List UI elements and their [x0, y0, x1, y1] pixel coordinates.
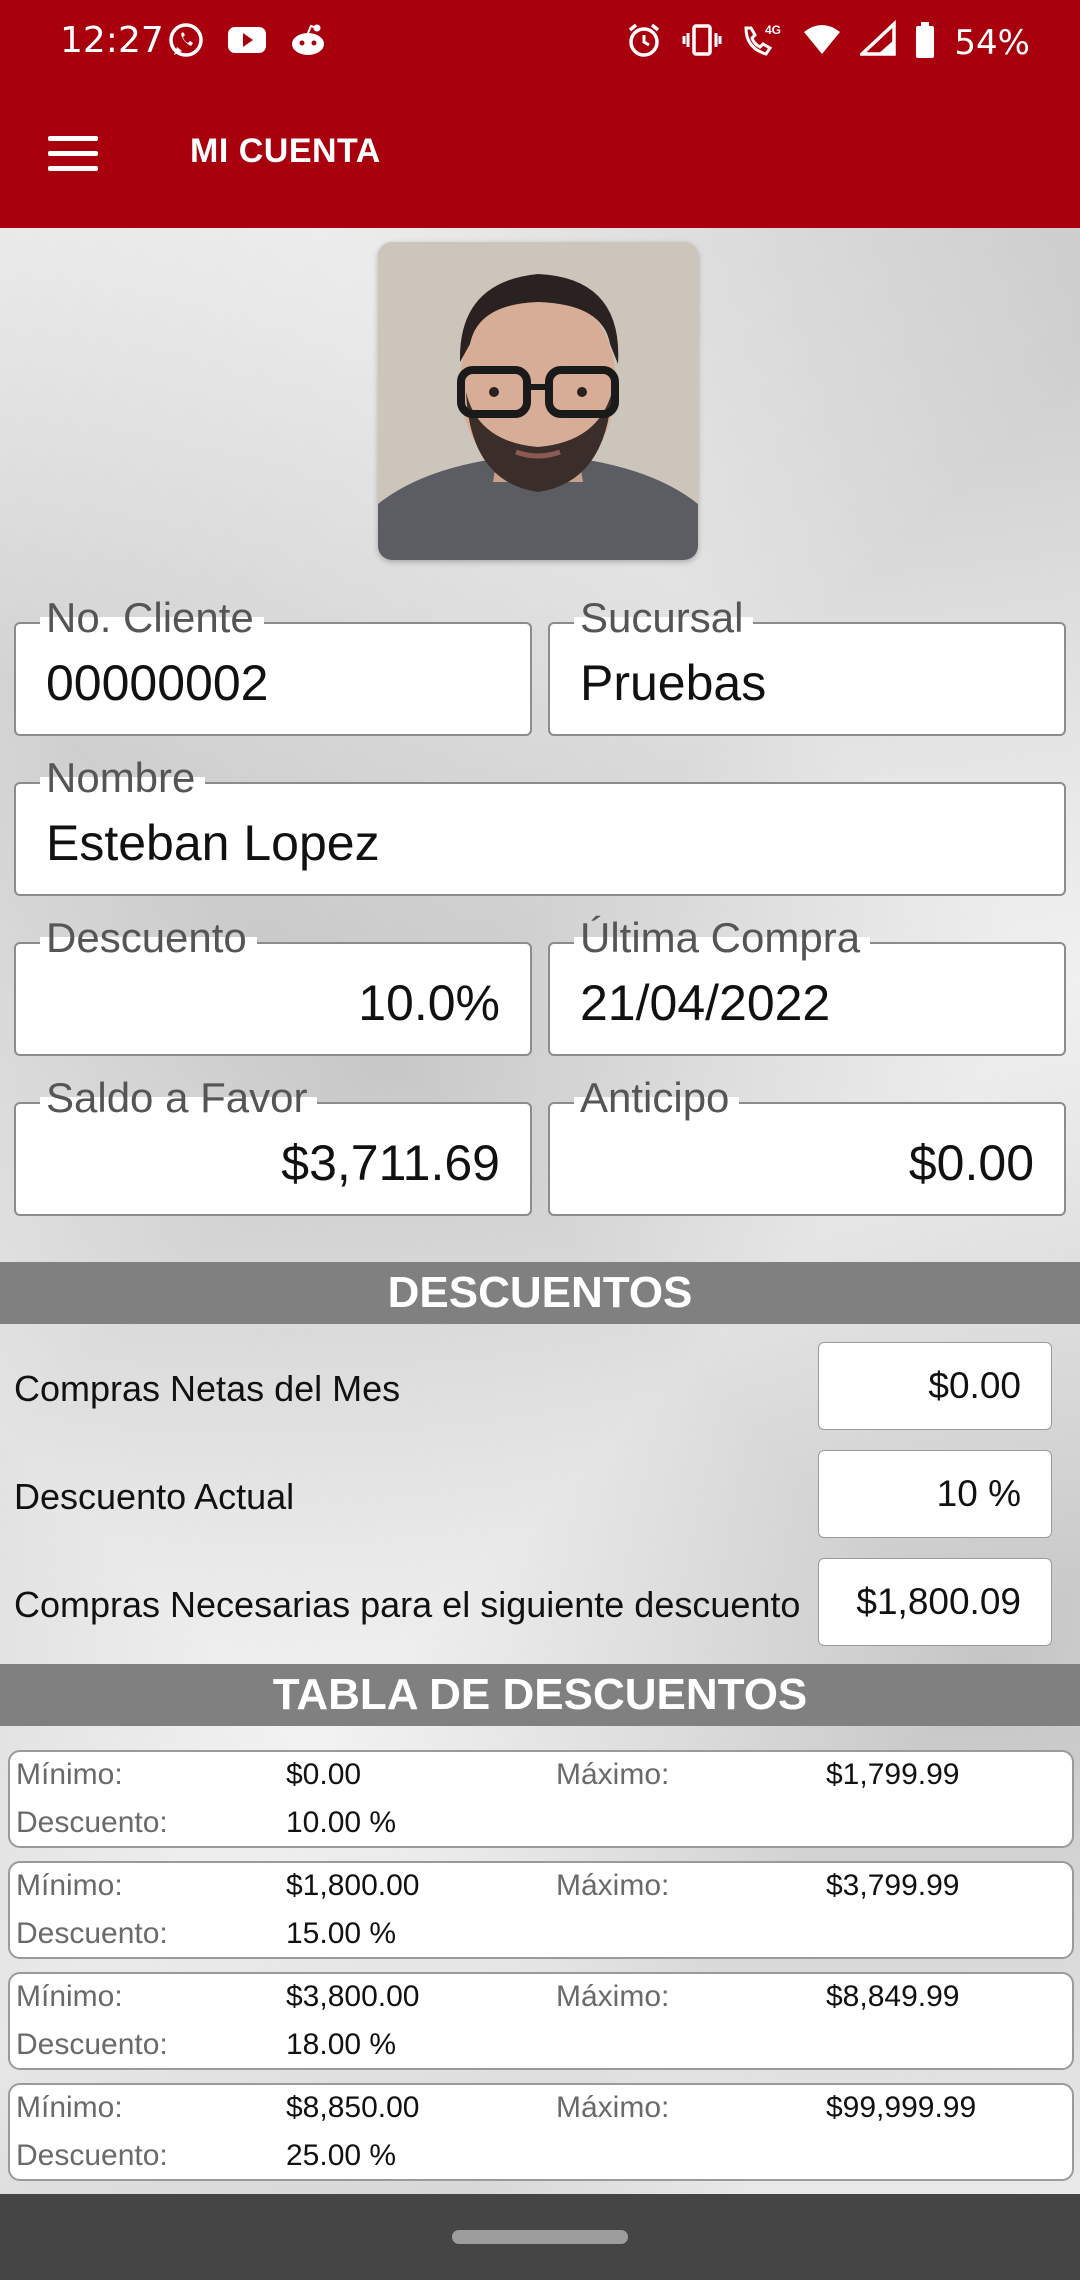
- last-purchase-value: 21/04/2022: [580, 975, 831, 1031]
- battery-icon: [914, 20, 936, 65]
- tier-discount-value: 15.00 %: [286, 1917, 397, 1950]
- advance-label: Anticipo: [574, 1074, 740, 1122]
- tier-max-label: Máximo:: [556, 1980, 670, 2013]
- discount-label: Descuento: [40, 914, 257, 962]
- branch-value: Pruebas: [580, 655, 767, 711]
- tier-discount-label: Descuento:: [16, 1917, 168, 1950]
- advance-field: Anticipo $0.00: [548, 1074, 1066, 1216]
- balance-label: Saldo a Favor: [40, 1074, 318, 1122]
- current-discount-value: 10 %: [818, 1450, 1052, 1538]
- avatar: [378, 242, 698, 560]
- battery-percent: 54%: [954, 22, 1030, 63]
- name-label: Nombre: [40, 754, 206, 802]
- discount-tier-row: Mínimo: $1,800.00 Máximo: $3,799.99 Desc…: [8, 1861, 1074, 1959]
- needed-purchases-label: Compras Necesarias para el siguiente des…: [14, 1584, 801, 1625]
- needed-purchases-value: $1,800.09: [818, 1558, 1052, 1646]
- vibrate-icon: [682, 20, 722, 65]
- last-purchase-label: Última Compra: [574, 914, 871, 962]
- home-gesture-handle[interactable]: [452, 2230, 628, 2244]
- hamburger-menu-icon[interactable]: [48, 136, 98, 172]
- signal-icon: [857, 19, 897, 65]
- discount-table-header: TABLA DE DESCUENTOS: [0, 1664, 1080, 1726]
- tier-discount-value: 25.00 %: [286, 2139, 397, 2172]
- status-bar: 12:27 4G 54%: [0, 0, 1080, 80]
- balance-field: Saldo a Favor $3,711.69: [14, 1074, 532, 1216]
- wifi-icon: [802, 20, 842, 65]
- discount-tier-row: Mínimo: $8,850.00 Máximo: $99,999.99 Des…: [8, 2083, 1074, 2181]
- client-number-field: No. Cliente 00000002: [14, 594, 532, 736]
- discount-tier-row: Mínimo: $0.00 Máximo: $1,799.99 Descuent…: [8, 1750, 1074, 1848]
- tier-min-value: $0.00: [286, 1758, 362, 1791]
- name-field: Nombre Esteban Lopez: [14, 754, 1066, 896]
- volte-call-icon: 4G: [740, 20, 784, 65]
- whatsapp-icon: [166, 20, 206, 65]
- tier-min-label: Mínimo:: [16, 1980, 123, 2013]
- discount-tier-row: Mínimo: $3,800.00 Máximo: $8,849.99 Desc…: [8, 1972, 1074, 2070]
- net-purchases-label: Compras Netas del Mes: [14, 1368, 401, 1409]
- alarm-icon: [624, 20, 664, 65]
- notification-icons: [166, 20, 328, 65]
- tier-min-label: Mínimo:: [16, 1758, 123, 1791]
- tier-min-label: Mínimo:: [16, 1869, 123, 1902]
- discount-value: 10.0%: [358, 975, 500, 1031]
- tier-discount-value: 18.00 %: [286, 2028, 397, 2061]
- status-time: 12:27: [60, 20, 164, 61]
- network-badge: 4G: [765, 23, 781, 37]
- tier-max-label: Máximo:: [556, 2091, 670, 2124]
- system-nav-bar: [0, 2194, 1080, 2280]
- advance-value: $0.00: [908, 1135, 1034, 1191]
- tier-discount-label: Descuento:: [16, 1806, 168, 1839]
- client-number-label: No. Cliente: [40, 594, 264, 642]
- youtube-icon: [226, 20, 268, 65]
- name-value: Esteban Lopez: [46, 815, 380, 871]
- tier-max-value: $1,799.99: [826, 1758, 960, 1791]
- branch-label: Sucursal: [574, 594, 754, 642]
- branch-field: Sucursal Pruebas: [548, 594, 1066, 736]
- last-purchase-field: Última Compra 21/04/2022: [548, 914, 1066, 1056]
- descuentos-header: DESCUENTOS: [0, 1262, 1080, 1324]
- current-discount-label: Descuento Actual: [14, 1476, 295, 1517]
- tier-max-value: $3,799.99: [826, 1869, 960, 1902]
- app-bar: MI CUENTA: [0, 80, 1080, 228]
- tier-min-value: $3,800.00: [286, 1980, 420, 2013]
- client-number-value: 00000002: [46, 655, 269, 711]
- balance-value: $3,711.69: [281, 1135, 500, 1191]
- page-title: MI CUENTA: [190, 132, 381, 170]
- discount-field: Descuento 10.0%: [14, 914, 532, 1056]
- tier-max-label: Máximo:: [556, 1758, 670, 1791]
- tier-max-value: $99,999.99: [826, 2091, 977, 2124]
- tier-min-value: $1,800.00: [286, 1869, 420, 1902]
- system-icons: 4G 54%: [624, 19, 1030, 65]
- net-purchases-value: $0.00: [818, 1342, 1052, 1430]
- tier-discount-label: Descuento:: [16, 2139, 168, 2172]
- tier-min-label: Mínimo:: [16, 2091, 123, 2124]
- tier-max-value: $8,849.99: [826, 1980, 960, 2013]
- tier-discount-label: Descuento:: [16, 2028, 168, 2061]
- tier-max-label: Máximo:: [556, 1869, 670, 1902]
- reddit-icon: [288, 20, 328, 65]
- tier-min-value: $8,850.00: [286, 2091, 420, 2124]
- account-content[interactable]: No. Cliente 00000002 Sucursal Pruebas No…: [0, 228, 1080, 2194]
- tier-discount-value: 10.00 %: [286, 1806, 397, 1839]
